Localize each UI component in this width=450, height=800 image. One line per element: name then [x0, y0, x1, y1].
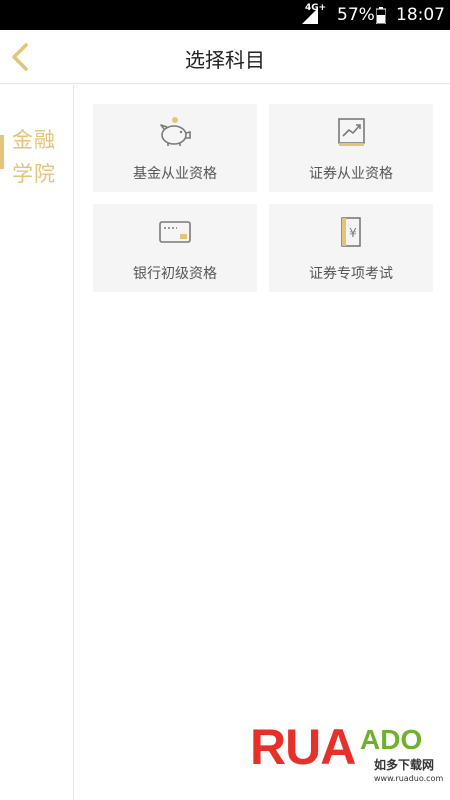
network-type: 4G+ — [305, 3, 327, 13]
battery-percent: 57% — [337, 5, 375, 25]
tile-fund-qualification[interactable]: 基金从业资格 — [93, 104, 257, 192]
tile-label: 证券专项考试 — [309, 266, 393, 282]
sidebar-item-finance-school[interactable]: 金融学院 — [0, 123, 73, 187]
bank-card-icon — [159, 221, 191, 243]
watermark-logo: RUA ADO 如多下载网 www.ruaduo.com — [250, 722, 450, 796]
piggy-bank-icon — [160, 117, 191, 146]
sidebar-item-label: 金融学院 — [12, 128, 56, 186]
tile-label: 银行初级资格 — [133, 266, 217, 282]
selected-indicator — [0, 135, 4, 169]
battery-icon — [376, 7, 386, 24]
svg-text:¥: ¥ — [349, 226, 357, 240]
tile-securities-qualification[interactable]: 证券从业资格 — [269, 104, 433, 192]
page-title: 选择科目 — [185, 48, 265, 72]
sidebar: 金融学院 — [0, 85, 74, 800]
clock: 18:07 — [396, 5, 445, 25]
status-bar: 4G+ 57% 18:07 — [0, 0, 450, 30]
watermark-url: www.ruaduo.com — [374, 774, 444, 783]
tile-securities-special-exam[interactable]: ¥ 证券专项考试 — [269, 204, 433, 292]
tile-label: 基金从业资格 — [133, 166, 217, 182]
trend-chart-icon — [338, 118, 365, 146]
watermark-brand-suffix: ADO — [360, 724, 423, 755]
tile-bank-junior-qualification[interactable]: 银行初级资格 — [93, 204, 257, 292]
watermark-brand: RUA — [250, 719, 356, 775]
header-bar: 选择科目 — [0, 30, 450, 84]
watermark-cn: 如多下载网 — [374, 758, 435, 772]
tile-label: 证券从业资格 — [309, 166, 393, 182]
yuan-book-icon: ¥ — [341, 217, 361, 247]
